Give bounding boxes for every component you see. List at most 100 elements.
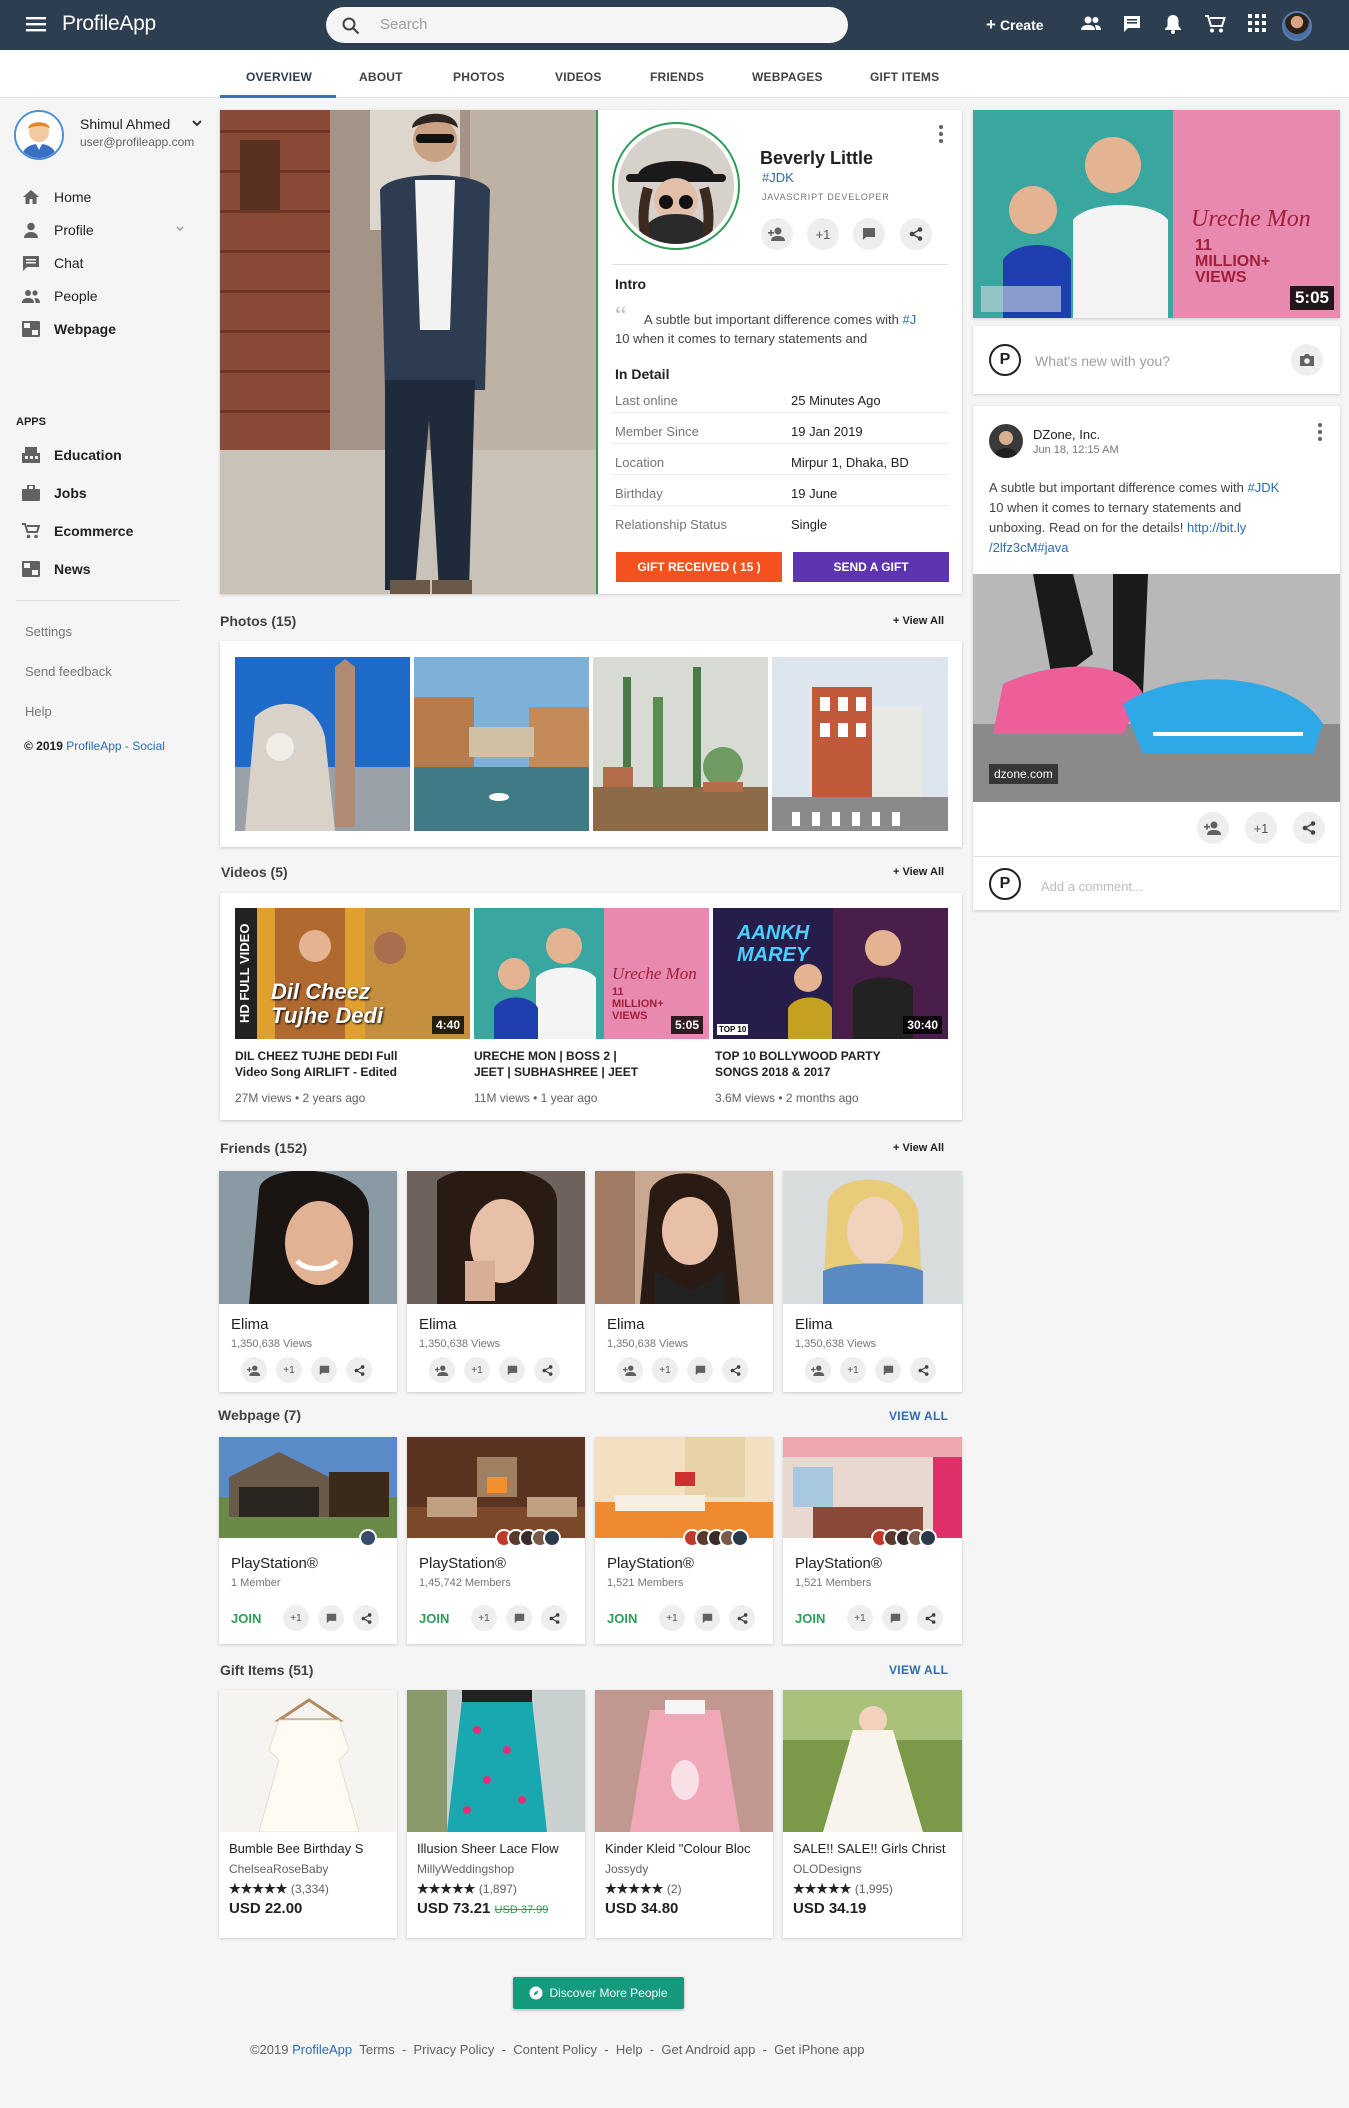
- gift-items-view-all[interactable]: VIEW ALL: [889, 1663, 948, 1677]
- post-hashtag[interactable]: #java: [1037, 540, 1068, 555]
- plus-one-button[interactable]: +1: [659, 1605, 685, 1631]
- join-button[interactable]: JOIN: [231, 1611, 261, 1626]
- join-button[interactable]: JOIN: [795, 1611, 825, 1626]
- comment-input[interactable]: Add a comment...: [1041, 879, 1143, 894]
- photo-thumbnail[interactable]: [772, 657, 948, 831]
- share-button[interactable]: [729, 1605, 755, 1631]
- notifications-icon[interactable]: [1164, 14, 1182, 34]
- send-gift-button[interactable]: SEND A GIFT: [793, 552, 949, 582]
- video-title[interactable]: TOP 10 BOLLYWOOD PARTY SONGS 2018 & 2017: [715, 1048, 881, 1080]
- add-friend-button[interactable]: [805, 1357, 831, 1383]
- chevron-down-icon[interactable]: [176, 226, 184, 232]
- footer-link-help[interactable]: Help: [616, 2042, 643, 2057]
- friends-icon[interactable]: [1080, 14, 1102, 34]
- plus-one-button[interactable]: +1: [840, 1357, 866, 1383]
- plus-one-button[interactable]: +1: [283, 1605, 309, 1631]
- share-button[interactable]: [534, 1357, 560, 1383]
- account-avatar[interactable]: [1282, 11, 1312, 41]
- webpage-card[interactable]: PlayStation® 1,521 Members JOIN +1: [783, 1437, 962, 1644]
- join-button[interactable]: JOIN: [607, 1611, 637, 1626]
- photo-thumbnail[interactable]: [414, 657, 589, 831]
- friend-card[interactable]: Elima 1,350,638 Views +1: [219, 1171, 397, 1392]
- profile-tag[interactable]: #JDK: [762, 170, 794, 185]
- video-thumbnail[interactable]: Ureche Mon 11 MILLION+ VIEWS 5:05: [474, 908, 709, 1039]
- featured-video[interactable]: Ureche Mon 11 MILLION+ VIEWS 5:05: [973, 110, 1340, 318]
- friend-card[interactable]: Elima 1,350,638 Views +1: [783, 1171, 962, 1392]
- gift-card[interactable]: SALE!! SALE!! Girls Christ OLODesigns ★★…: [783, 1690, 962, 1938]
- sidebar-item-home[interactable]: Home: [22, 186, 91, 208]
- webpage-card[interactable]: PlayStation® 1,521 Members JOIN +1: [595, 1437, 773, 1644]
- sidebar-item-education[interactable]: Education: [22, 444, 122, 466]
- app-logo[interactable]: ProfileApp: [62, 12, 156, 36]
- webpage-card[interactable]: PlayStation® 1,45,742 Members JOIN +1: [407, 1437, 585, 1644]
- share-button[interactable]: [722, 1357, 748, 1383]
- discover-more-people-button[interactable]: Discover More People: [513, 1977, 684, 2009]
- video-thumbnail[interactable]: AANKH MAREY TOP 10 30:40: [713, 908, 948, 1039]
- footer-link-content-policy[interactable]: Content Policy: [513, 2042, 597, 2057]
- apps-grid-icon[interactable]: [1248, 14, 1266, 32]
- video-title[interactable]: URECHE MON | BOSS 2 | JEET | SUBHASHREE |…: [474, 1048, 638, 1080]
- add-friend-button[interactable]: [617, 1357, 643, 1383]
- tab-friends[interactable]: FRIENDS: [650, 70, 704, 84]
- add-friend-button[interactable]: [241, 1357, 267, 1383]
- post-link[interactable]: /2lfz3cM: [989, 540, 1037, 555]
- message-button[interactable]: [853, 218, 885, 250]
- gift-received-button[interactable]: GIFT RECEIVED ( 15 ): [616, 552, 782, 582]
- footer-link-privacy[interactable]: Privacy Policy: [414, 2042, 495, 2057]
- create-post-box[interactable]: P What's new with you?: [973, 326, 1340, 394]
- camera-button[interactable]: [1291, 344, 1323, 376]
- tab-gift-items[interactable]: GIFT ITEMS: [870, 70, 939, 84]
- help-link[interactable]: Help: [25, 704, 52, 719]
- gift-card[interactable]: Bumble Bee Birthday S ChelseaRoseBaby ★★…: [219, 1690, 397, 1938]
- search-input[interactable]: [380, 16, 780, 33]
- footer-link-iphone[interactable]: Get iPhone app: [774, 2042, 864, 2057]
- footer-brand-link[interactable]: ProfileApp: [292, 2042, 352, 2057]
- search-bar[interactable]: [326, 7, 848, 43]
- sidebar-item-profile[interactable]: Profile: [22, 219, 94, 241]
- photos-view-all[interactable]: + View All: [893, 615, 944, 627]
- tab-videos[interactable]: VIDEOS: [555, 70, 602, 84]
- tab-photos[interactable]: PHOTOS: [453, 70, 505, 84]
- plus-one-button[interactable]: +1: [464, 1357, 490, 1383]
- message-button[interactable]: [687, 1357, 713, 1383]
- settings-link[interactable]: Settings: [25, 624, 72, 639]
- videos-view-all[interactable]: + View All: [893, 866, 944, 878]
- message-button[interactable]: [506, 1605, 532, 1631]
- user-card[interactable]: Shimul Ahmed user@profileapp.com: [14, 110, 204, 160]
- post-link[interactable]: http://bit.ly: [1187, 520, 1246, 535]
- message-button[interactable]: [694, 1605, 720, 1631]
- send-feedback-link[interactable]: Send feedback: [25, 664, 112, 679]
- friend-card[interactable]: Elima 1,350,638 Views +1: [407, 1171, 585, 1392]
- sidebar-item-news[interactable]: News: [22, 558, 91, 580]
- sidebar-item-ecommerce[interactable]: Ecommerce: [22, 520, 133, 542]
- video-title[interactable]: DIL CHEEZ TUJHE DEDI Full Video Song AIRL…: [235, 1048, 397, 1080]
- sidebar-item-jobs[interactable]: Jobs: [22, 482, 87, 504]
- tab-about[interactable]: ABOUT: [359, 70, 403, 84]
- share-button[interactable]: [346, 1357, 372, 1383]
- chevron-down-icon[interactable]: [192, 120, 202, 128]
- chat-icon[interactable]: [1122, 14, 1142, 34]
- share-button[interactable]: [900, 218, 932, 250]
- video-thumbnail[interactable]: HD FULL VIDEO Dil Cheez Tujhe Dedi 4:40: [235, 908, 470, 1039]
- plus-one-button[interactable]: +1: [807, 218, 839, 250]
- share-button[interactable]: [1293, 812, 1325, 844]
- webpage-card[interactable]: PlayStation® 1 Member JOIN +1: [219, 1437, 397, 1644]
- tab-webpages[interactable]: WEBPAGES: [752, 70, 823, 84]
- create-button[interactable]: + Create: [986, 15, 1044, 35]
- footer-link-android[interactable]: Get Android app: [661, 2042, 755, 2057]
- gift-card[interactable]: Kinder Kleid "Colour Bloc Jossydy ★★★★★ …: [595, 1690, 773, 1938]
- photo-thumbnail[interactable]: [593, 657, 768, 831]
- add-friend-button[interactable]: [1197, 812, 1229, 844]
- message-button[interactable]: [318, 1605, 344, 1631]
- add-friend-button[interactable]: [429, 1357, 455, 1383]
- copyright-link[interactable]: ProfileApp - Social: [66, 739, 165, 753]
- message-button[interactable]: [311, 1357, 337, 1383]
- message-button[interactable]: [875, 1357, 901, 1383]
- share-button[interactable]: [917, 1605, 943, 1631]
- post-image[interactable]: dzone.com: [973, 574, 1340, 802]
- plus-one-button[interactable]: +1: [652, 1357, 678, 1383]
- tab-overview[interactable]: OVERVIEW: [246, 70, 312, 84]
- add-friend-button[interactable]: [761, 218, 793, 250]
- post-input[interactable]: What's new with you?: [1035, 353, 1170, 369]
- webpage-view-all[interactable]: VIEW ALL: [889, 1409, 948, 1423]
